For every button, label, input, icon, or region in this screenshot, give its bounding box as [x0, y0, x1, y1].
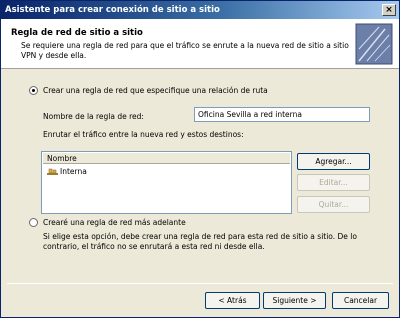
wizard-window: Asistente para crear conexión de sitio a… — [0, 0, 400, 318]
wizard-header: Regla de red de sitio a sitio Se requier… — [1, 19, 399, 69]
add-button[interactable]: Agregar... — [297, 153, 370, 170]
wizard-body: Crear una regla de red que especifique u… — [1, 70, 399, 281]
destinations-label: Enrutar el tráfico entre la nueva red y … — [43, 130, 244, 139]
rule-name-input[interactable]: Oficina Sevilla a red interna — [194, 107, 370, 122]
page-description: Se requiere una regla de red para que el… — [21, 41, 349, 60]
list-item-label: Interna — [60, 167, 87, 176]
page-title: Regla de red de sitio a sitio — [11, 28, 143, 38]
create-rule-now-label[interactable]: Crear una regla de red que especifique u… — [43, 86, 268, 95]
create-rule-later-radio[interactable] — [29, 218, 38, 227]
network-icon — [47, 168, 58, 175]
list-item[interactable]: Interna — [47, 167, 87, 176]
edit-button[interactable]: Editar... — [297, 174, 370, 191]
create-rule-now-radio[interactable] — [29, 86, 38, 95]
create-rule-later-label[interactable]: Crearé una regla de red más adelante — [43, 218, 186, 227]
destinations-list[interactable]: Nombre Interna — [41, 151, 292, 214]
next-button[interactable]: Siguiente > — [263, 292, 326, 309]
create-rule-later-note: Si elige esta opción, debe crear una reg… — [43, 232, 357, 251]
footer-divider — [7, 283, 393, 284]
close-button[interactable]: × — [382, 4, 396, 16]
title-bar[interactable]: Asistente para crear conexión de sitio a… — [1, 1, 399, 19]
name-column-header[interactable]: Nombre — [43, 153, 290, 164]
back-button[interactable]: < Atrás — [205, 292, 260, 309]
remove-button[interactable]: Quitar... — [297, 196, 370, 213]
wizard-graphic-icon — [355, 23, 393, 65]
rule-name-label: Nombre de la regla de red: — [43, 112, 144, 121]
cancel-button[interactable]: Cancelar — [332, 292, 389, 309]
window-title: Asistente para crear conexión de sitio a… — [5, 5, 220, 15]
